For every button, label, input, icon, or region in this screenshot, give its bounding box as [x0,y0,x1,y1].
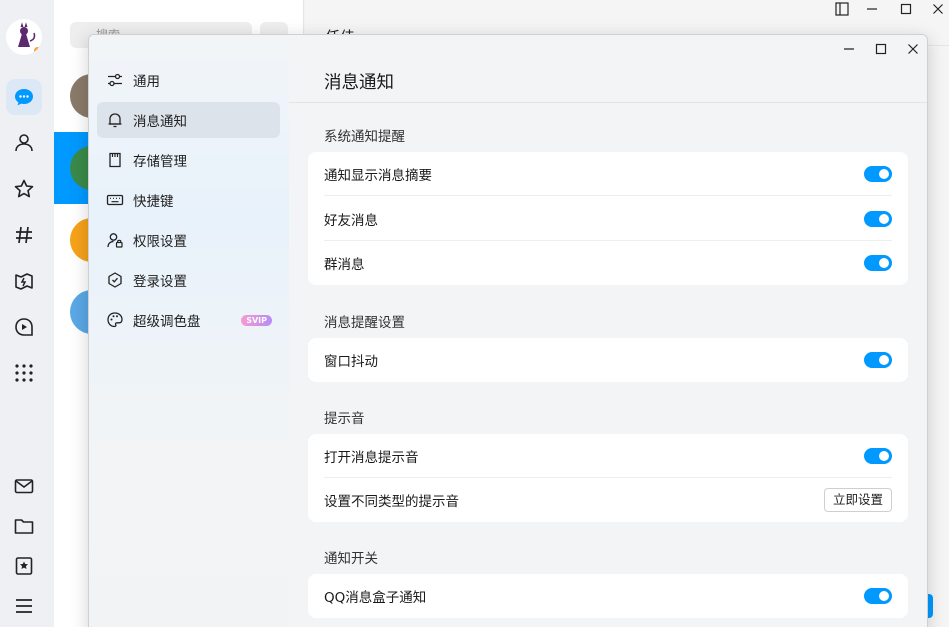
rail-favorites[interactable] [11,176,37,202]
keyboard-icon [105,190,125,210]
section-title: 提示音 [324,411,365,427]
game-card-icon [15,273,33,290]
nav-general[interactable]: 通用 [97,62,280,98]
bell-icon [105,110,125,130]
rail-contacts[interactable] [11,130,37,156]
setting-label: 窗口抖动 [324,354,378,370]
nav-shortcuts[interactable]: 快捷键 [97,182,280,218]
nav-login[interactable]: 登录设置 [97,262,280,298]
rail-apps[interactable] [11,360,37,386]
toggle-switch[interactable] [864,166,892,182]
settings-window: 通用 消息通知 存储管理 快捷键 权限设置 登录设置 超级调色盘 SVIP 消息… [88,34,928,627]
setting-label: QQ消息盒子通知 [324,590,427,606]
nav-storage[interactable]: 存储管理 [97,142,280,178]
sliders-icon [105,70,125,90]
settings-close-button[interactable] [899,39,927,59]
setting-label: 打开消息提示音 [324,449,419,466]
nav-rail [0,0,54,627]
user-avatar[interactable] [6,19,42,55]
palette-icon [105,310,125,330]
content-header: 消息通知 [289,35,927,103]
rail-video[interactable] [11,314,37,340]
minimize-icon [844,48,854,50]
toggle-switch[interactable] [864,588,892,604]
toggle-switch[interactable] [864,255,892,271]
section-card: 窗口抖动 [308,338,908,382]
section-title: 系统通知提醒 [324,129,405,145]
nav-label: 快捷键 [133,194,174,210]
rail-games[interactable] [11,268,37,294]
person-icon [15,134,33,152]
minimize-icon [867,8,877,10]
nav-label: 登录设置 [133,274,187,290]
nav-notifications[interactable]: 消息通知 [97,102,280,138]
setting-row: 设置不同类型的提示音 立即设置 [324,478,892,522]
settings-content: 消息通知 系统通知提醒 通知显示消息摘要 好友消息 群消息 消息提醒设置 窗口抖… [289,35,927,627]
setting-row: 好友消息 [324,197,892,241]
section-card: 通知显示消息摘要 好友消息 群消息 [308,152,908,285]
close-icon [908,44,918,54]
nav-label: 超级调色盘 [133,314,201,330]
nav-label: 存储管理 [133,154,187,170]
rail-files[interactable] [11,513,37,539]
maximize-button-bg[interactable] [893,0,919,18]
nav-label: 消息通知 [133,114,187,130]
user-lock-icon [105,230,125,250]
rail-collection[interactable] [11,553,37,579]
maximize-icon [875,43,887,55]
setting-row: 打开消息提示音 [324,434,892,478]
setting-label: 设置不同类型的提示音 [324,494,459,510]
rail-messages[interactable] [6,79,42,115]
storage-icon [105,150,125,170]
setting-label: 群消息 [324,257,365,273]
grid-dots-icon [15,364,33,382]
section-card: 打开消息提示音 设置不同类型的提示音 立即设置 [308,434,908,522]
page-title: 消息通知 [324,73,394,93]
hashtag-icon [16,226,32,244]
minimize-button-bg[interactable] [859,0,885,18]
close-button-bg[interactable] [925,0,949,18]
nav-label: 权限设置 [133,234,187,250]
nav-label: 通用 [133,74,160,90]
shield-hex-icon [105,270,125,290]
rail-mail[interactable] [11,473,37,499]
rail-menu[interactable] [11,593,37,619]
section-card: QQ消息盒子通知 [308,574,908,618]
status-dot [32,45,42,55]
chat-bubble-icon [15,89,33,106]
rail-channels[interactable] [11,222,37,248]
mail-icon [14,479,34,494]
toggle-switch[interactable] [864,211,892,227]
hamburger-menu-icon [16,599,32,613]
setting-row: 群消息 [324,241,892,285]
sidebar-toggle-icon [835,2,849,16]
folder-icon [14,519,34,534]
settings-maximize-button[interactable] [867,39,895,59]
settings-sidebar: 通用 消息通知 存储管理 快捷键 权限设置 登录设置 超级调色盘 SVIP [89,35,289,627]
pin-window-button[interactable] [829,0,855,18]
section-title: 通知开关 [324,551,378,567]
nav-permissions[interactable]: 权限设置 [97,222,280,258]
svip-badge: SVIP [241,314,272,326]
setting-label: 通知显示消息摘要 [324,167,432,184]
toggle-switch[interactable] [864,352,892,368]
section-title: 消息提醒设置 [324,315,405,331]
setting-label: 好友消息 [324,212,378,229]
close-icon [933,4,943,14]
setting-row: 通知显示消息摘要 [324,152,892,196]
star-icon [14,179,34,198]
set-now-button[interactable]: 立即设置 [823,488,892,512]
bookmark-star-icon [15,557,33,575]
setting-row: 窗口抖动 [324,338,892,382]
nav-palette[interactable]: 超级调色盘 SVIP [97,302,280,338]
toggle-switch[interactable] [864,448,892,464]
maximize-icon [900,3,912,15]
video-play-icon [15,318,33,336]
setting-row: QQ消息盒子通知 [324,574,892,618]
settings-minimize-button[interactable] [835,39,863,59]
